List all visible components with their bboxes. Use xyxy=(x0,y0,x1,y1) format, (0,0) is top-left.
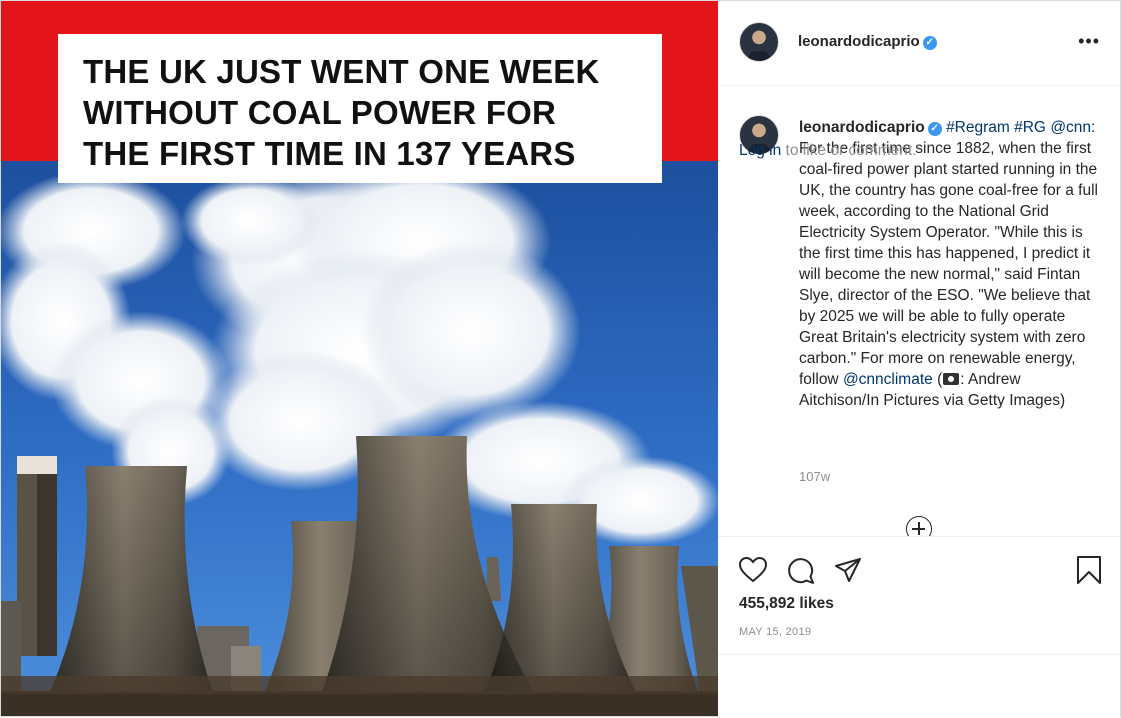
login-prompt-text: to like or comment. xyxy=(781,142,917,159)
caption-hashtags[interactable]: #Regram #RG xyxy=(946,119,1046,136)
heart-icon[interactable] xyxy=(739,557,767,583)
login-prompt: Log in to like or comment. xyxy=(739,142,916,160)
verified-badge-icon: ✓ xyxy=(927,122,942,136)
header-username[interactable]: leonardodicaprio ✓ xyxy=(798,33,937,50)
post-details-panel: leonardodicaprio ✓ ••• leonardodicaprio ✓ … xyxy=(718,1,1120,717)
post-header: leonardodicaprio ✓ ••• xyxy=(718,1,1120,86)
headline-line: THE FIRST TIME IN 137 YEARS xyxy=(83,135,576,172)
post-image[interactable]: THE UK JUST WENT ONE WEEK WITHOUT COAL P… xyxy=(1,1,718,716)
headline-box: THE UK JUST WENT ONE WEEK WITHOUT COAL P… xyxy=(58,34,662,183)
headline-line: WITHOUT COAL POWER FOR xyxy=(83,94,557,131)
bookmark-icon[interactable] xyxy=(1076,555,1102,585)
caption-mention-cnnclimate[interactable]: @cnnclimate xyxy=(843,371,933,388)
post-container: THE UK JUST WENT ONE WEEK WITHOUT COAL P… xyxy=(0,0,1121,717)
username-text[interactable]: leonardodicaprio xyxy=(798,33,920,50)
login-link[interactable]: Log in xyxy=(739,142,781,159)
comment-bar xyxy=(718,654,1120,718)
caption-username[interactable]: leonardodicaprio xyxy=(799,119,925,136)
avatar[interactable] xyxy=(739,22,779,62)
camera-icon xyxy=(943,373,960,385)
likes-count[interactable]: 455,892 likes xyxy=(739,595,834,613)
caption-text: leonardodicaprio ✓ #Regram #RG @cnn: For … xyxy=(799,117,1104,411)
post-date[interactable]: MAY 15, 2019 xyxy=(739,626,811,638)
verified-badge-icon: ✓ xyxy=(922,36,937,50)
action-bar: 455,892 likes MAY 15, 2019 xyxy=(718,536,1120,717)
comment-icon[interactable] xyxy=(787,557,815,585)
more-options-icon[interactable]: ••• xyxy=(1078,31,1100,52)
caption-mention-cnn[interactable]: @cnn xyxy=(1050,119,1091,136)
headline-line: THE UK JUST WENT ONE WEEK xyxy=(83,53,600,90)
caption-body-cont: ( xyxy=(932,371,943,388)
share-icon[interactable] xyxy=(834,557,862,583)
caption-time-ago[interactable]: 107w xyxy=(799,469,830,484)
